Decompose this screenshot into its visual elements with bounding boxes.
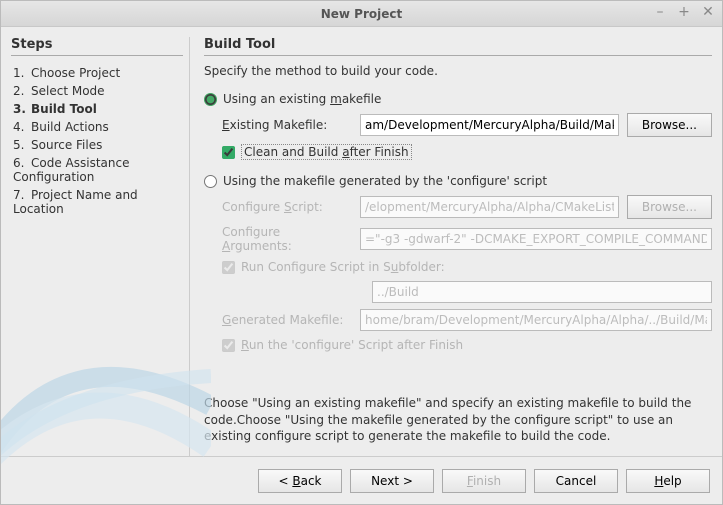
radio-configure-script[interactable]: Using the makefile generated by the 'con… xyxy=(204,174,712,188)
next-button[interactable]: Next > xyxy=(350,469,434,493)
page-title: Build Tool xyxy=(204,37,712,56)
body: Steps 1.Choose Project 2.Select Mode 3.B… xyxy=(1,27,722,456)
back-button[interactable]: < Back xyxy=(258,469,342,493)
subfolder-input xyxy=(372,281,712,303)
radio-existing-makefile[interactable]: Using an existing makefile xyxy=(204,92,712,106)
configure-args-label: Configure Arguments: xyxy=(222,225,352,253)
clean-build-checkbox-row: Clean and Build after Finish xyxy=(222,144,712,160)
step-5: 5.Source Files xyxy=(13,136,183,154)
cancel-button[interactable]: Cancel xyxy=(534,469,618,493)
titlebar: New Project – + ✕ xyxy=(1,1,722,27)
existing-makefile-row: Existing Makefile: Browse... xyxy=(222,113,712,137)
subfolder-input-row xyxy=(372,281,712,303)
existing-makefile-input[interactable] xyxy=(360,114,619,136)
configure-script-label: Configure Script: xyxy=(222,200,352,214)
page-subtitle: Specify the method to build your code. xyxy=(204,64,712,78)
generated-makefile-input xyxy=(360,309,712,331)
content-panel: Build Tool Specify the method to build y… xyxy=(189,37,712,456)
run-after-label: Run the 'configure' Script after Finish xyxy=(241,338,463,352)
window-controls: – + ✕ xyxy=(652,5,716,21)
button-bar: < Back Next > Finish Cancel Help xyxy=(1,456,722,504)
clean-build-checkbox[interactable] xyxy=(222,146,235,159)
steps-heading: Steps xyxy=(11,37,183,56)
radio-existing-makefile-input[interactable] xyxy=(204,93,217,106)
radio-configure-script-label: Using the makefile generated by the 'con… xyxy=(223,174,547,188)
subfolder-checkbox-row: Run Configure Script in Subfolder: xyxy=(222,260,712,274)
run-after-checkbox xyxy=(222,339,235,352)
clean-build-label: Clean and Build after Finish xyxy=(241,144,412,160)
browse-script-button: Browse... xyxy=(627,195,712,219)
radio-existing-makefile-label: Using an existing makefile xyxy=(223,92,381,106)
step-3: 3.Build Tool xyxy=(13,100,183,118)
help-button[interactable]: Help xyxy=(626,469,710,493)
decorative-swoosh xyxy=(1,286,211,466)
maximize-icon[interactable]: + xyxy=(676,5,692,21)
finish-button: Finish xyxy=(442,469,526,493)
wizard-window: New Project – + ✕ Steps 1.Choose Project… xyxy=(0,0,723,505)
steps-list: 1.Choose Project 2.Select Mode 3.Build T… xyxy=(11,64,183,218)
configure-args-row: Configure Arguments: xyxy=(222,225,712,253)
step-6: 6.Code Assistance Configuration xyxy=(13,154,183,186)
generated-makefile-row: Generated Makefile: xyxy=(222,309,712,331)
steps-panel: Steps 1.Choose Project 2.Select Mode 3.B… xyxy=(11,37,189,456)
configure-args-input xyxy=(360,228,712,250)
existing-makefile-label: Existing Makefile: xyxy=(222,118,352,132)
run-after-checkbox-row: Run the 'configure' Script after Finish xyxy=(222,338,712,352)
step-4: 4.Build Actions xyxy=(13,118,183,136)
configure-script-input xyxy=(360,196,619,218)
close-icon[interactable]: ✕ xyxy=(700,5,716,21)
configure-script-row: Configure Script: Browse... xyxy=(222,195,712,219)
radio-configure-script-input[interactable] xyxy=(204,175,217,188)
browse-makefile-button[interactable]: Browse... xyxy=(627,113,712,137)
help-text: Choose "Using an existing makefile" and … xyxy=(204,389,712,456)
subfolder-label: Run Configure Script in Subfolder: xyxy=(241,260,445,274)
step-2: 2.Select Mode xyxy=(13,82,183,100)
step-7: 7.Project Name and Location xyxy=(13,186,183,218)
minimize-icon[interactable]: – xyxy=(652,5,668,21)
subfolder-checkbox xyxy=(222,261,235,274)
generated-makefile-label: Generated Makefile: xyxy=(222,313,352,327)
window-title: New Project xyxy=(321,7,403,21)
step-1: 1.Choose Project xyxy=(13,64,183,82)
